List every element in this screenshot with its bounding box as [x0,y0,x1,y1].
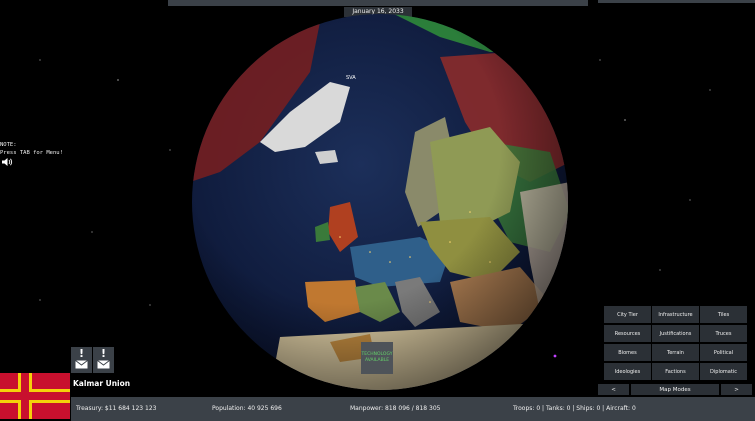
population: Population: 40 925 696 [212,405,282,412]
top-bar [168,0,588,6]
envelope-icon [97,360,110,369]
top-bar-right [598,0,755,3]
manpower: Manpower: 818 096 / 818 305 [350,405,441,412]
map-mode-political[interactable]: Political [700,344,747,361]
map-modes-nav: < Map Modes > [598,384,755,395]
map-mode-resources[interactable]: Resources [604,325,651,342]
map-mode-justifications[interactable]: Justifications [652,325,699,342]
map-mode-factions[interactable]: Factions [652,363,699,380]
map-mode-tiles[interactable]: Tiles [700,306,747,323]
country-flag[interactable] [0,373,70,419]
status-bar: Treasury: $11 684 123 123 Population: 40… [71,397,755,421]
note-line-2: Press TAB for Menu! [0,150,63,156]
map-modes-label: Map Modes [631,384,719,395]
alert-icon: ! [100,347,107,360]
technology-available-button[interactable]: TECHNOLOGY AVAILABLE [361,342,393,374]
military-counts: Troops: 0 | Tanks: 0 | Ships: 0 | Aircra… [513,405,636,412]
map-modes-prev-button[interactable]: < [598,384,629,395]
map-mode-infrastructure[interactable]: Infrastructure [652,306,699,323]
envelope-icon [75,360,88,369]
map-modes-next-button[interactable]: > [721,384,752,395]
speaker-icon[interactable] [1,157,13,167]
country-name: Kalmar Union [73,379,131,388]
treasury: Treasury: $11 684 123 123 [76,405,157,412]
notification-mail-1[interactable]: ! [71,347,92,373]
alert-icon: ! [78,347,85,360]
menu-hint: NOTE: Press TAB for Menu! [0,141,63,157]
notification-mail-2[interactable]: ! [93,347,114,373]
map-mode-city-tier[interactable]: City Tier [604,306,651,323]
world-globe[interactable]: SVA [190,12,570,392]
map-mode-truces[interactable]: Truces [700,325,747,342]
note-line-1: NOTE: [0,142,17,148]
map-mode-terrain[interactable]: Terrain [652,344,699,361]
technology-line-2: AVAILABLE [364,358,390,363]
greenland-label: SVA [346,75,356,81]
map-modes-panel: City Tier Infrastructure Tiles Resources… [599,304,755,384]
map-mode-diplomatic[interactable]: Diplomatic [700,363,747,380]
map-mode-ideologies[interactable]: Ideologies [604,363,651,380]
map-mode-biomes[interactable]: Biomes [604,344,651,361]
